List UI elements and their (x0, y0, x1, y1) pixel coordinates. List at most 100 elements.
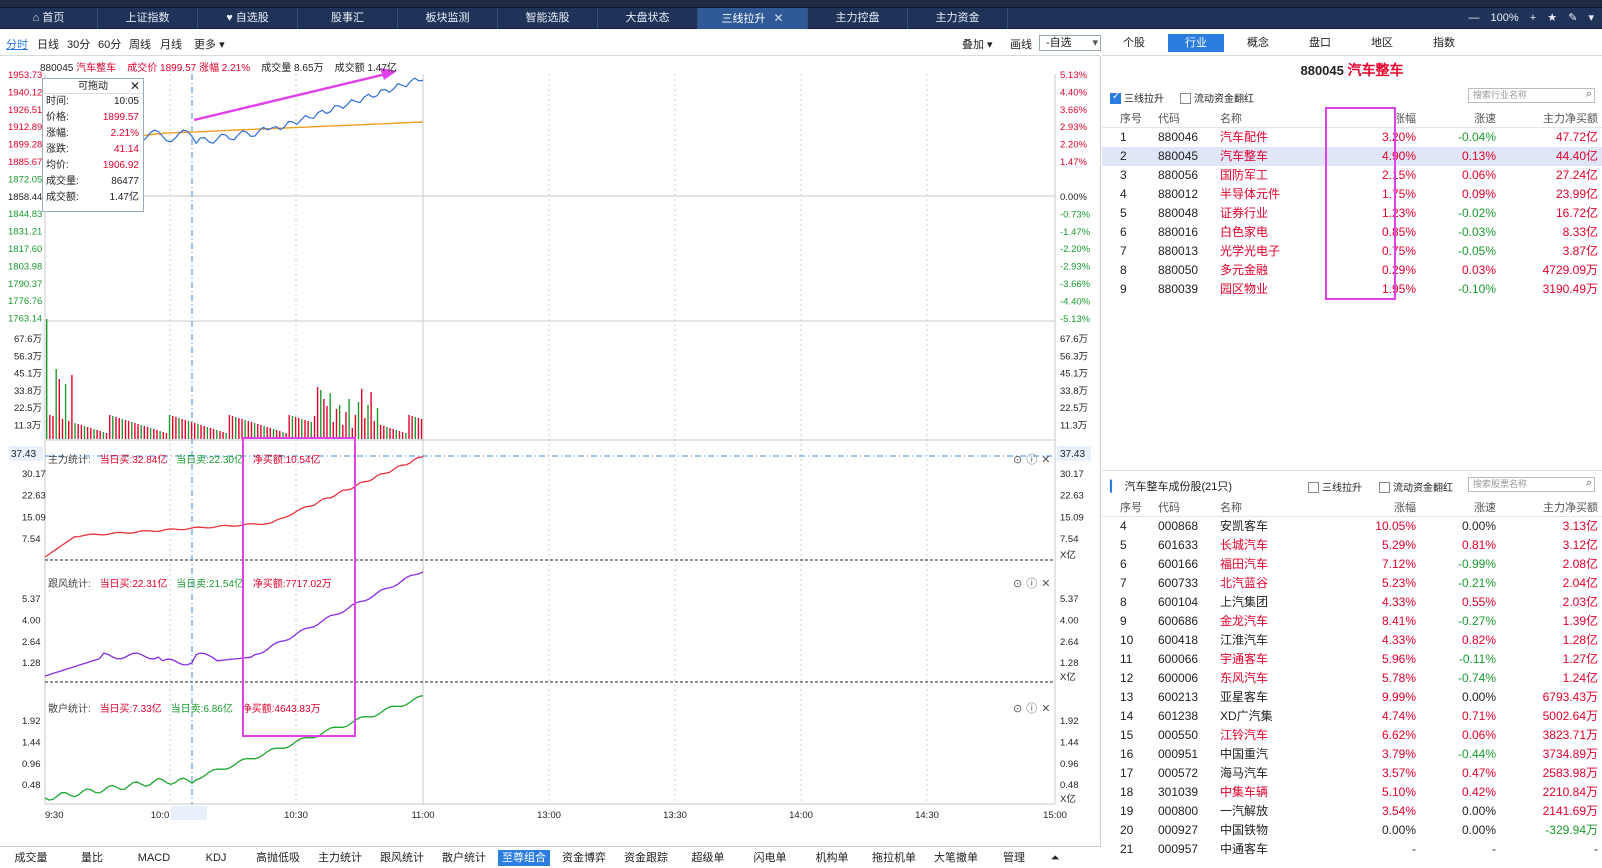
main-panel-icons[interactable]: ⊙ⓘ✕ (1013, 451, 1054, 467)
tab-three-line-rise[interactable]: 三线拉升 ✕ (698, 8, 808, 29)
component-search-input[interactable]: 搜索股票名称 ⌕ (1468, 477, 1595, 492)
column-header[interactable]: 涨速 (1474, 110, 1496, 128)
indicator-tab[interactable]: 成交量 (4, 850, 58, 866)
table-row[interactable]: 12 600006 东风汽车 5.78% -0.74% 1.24亿 (1102, 669, 1602, 688)
table-row[interactable]: 10 600418 江淮汽车 4.33% 0.82% 1.28亿 (1102, 631, 1602, 650)
indicator-tab[interactable]: 管理 (990, 850, 1038, 866)
overlay-menu[interactable]: 叠加 ▾ (962, 36, 993, 52)
tab-main-control[interactable]: 主力控盘 (808, 8, 908, 29)
table-row[interactable]: 18 301039 中集车辆 5.10% 0.42% 2210.84万 (1102, 783, 1602, 802)
star-icon[interactable]: ★ (1547, 12, 1557, 24)
price-tooltip[interactable]: 可拖动 ✕ 时间: 10:05 价格: 1899.57 涨幅: 2.21% 涨跌: 41.14 均… (42, 78, 144, 212)
comp-liquidity-checkbox[interactable]: 流动资金翻红 (1379, 479, 1453, 494)
cell-chg: 0.00% (1381, 823, 1416, 837)
column-header[interactable]: 代码 (1158, 110, 1180, 128)
column-header[interactable]: 涨幅 (1394, 110, 1416, 128)
period-daily[interactable]: 日线 (37, 36, 59, 52)
table-row[interactable]: 4 000868 安凯客车 10.05% 0.00% 3.13亿 (1102, 517, 1602, 536)
period-30min[interactable]: 30分 (67, 36, 90, 52)
indicator-tab[interactable]: 机构单 (804, 850, 860, 866)
period-more[interactable]: 更多 ▾ (194, 36, 225, 52)
indicator-tab[interactable]: 资金跟踪 (618, 850, 674, 866)
tab-smart-pick[interactable]: 智能选股 (498, 8, 598, 29)
tab-shanghai-index[interactable]: 上证指数 (98, 8, 198, 29)
column-header[interactable]: 名称 (1220, 110, 1242, 128)
column-header[interactable]: 序号 (1120, 110, 1142, 128)
rtab-index[interactable]: 指数 (1416, 34, 1472, 52)
indicator-tab[interactable]: 资金博弈 (556, 850, 612, 866)
period-60min[interactable]: 60分 (98, 36, 121, 52)
tab-stock-forum[interactable]: 股事汇 (298, 8, 398, 29)
tab-watchlist[interactable]: ♥ 自选股 (198, 8, 298, 29)
comp-three-line-checkbox[interactable]: 三线拉升 (1308, 479, 1362, 494)
draw-line-button[interactable]: 画线 (1010, 36, 1032, 52)
volume-bar (131, 422, 133, 439)
tab-main-funds[interactable]: 主力资金 (908, 8, 1008, 29)
cell-name: 白色家电 (1220, 225, 1269, 239)
column-header[interactable]: 主力净买额 (1543, 110, 1598, 128)
indicator-tab[interactable]: 主力统计 (312, 850, 368, 866)
volume-bar (225, 433, 227, 439)
scroll-up-icon[interactable]: ⏶ (1048, 850, 1062, 866)
indicator-tab[interactable]: 大笔撤单 (928, 850, 984, 866)
follow-panel-icons[interactable]: ⊙ⓘ✕ (1013, 575, 1054, 591)
table-row[interactable]: 14 601238 XD广汽集 4.74% 0.71% 5002.64万 (1102, 707, 1602, 726)
indicator-tab[interactable]: 闪电单 (742, 850, 798, 866)
tab-sector-monitor[interactable]: 板块监测 (398, 8, 498, 29)
three-line-checkbox[interactable]: 三线拉升 (1110, 90, 1164, 105)
table-row[interactable]: 11 600066 宇通客车 5.96% -0.11% 1.27亿 (1102, 650, 1602, 669)
table-row[interactable]: 20 000927 中国铁物 0.00% 0.00% -329.94万 (1102, 821, 1602, 840)
table-row[interactable]: 5 601633 长城汽车 5.29% 0.81% 3.12亿 (1102, 536, 1602, 555)
pencil-icon[interactable]: ✎ (1568, 12, 1577, 24)
rtab-region[interactable]: 地区 (1354, 34, 1410, 52)
rtab-stock[interactable]: 个股 (1106, 34, 1162, 52)
column-header[interactable]: 涨幅 (1394, 499, 1416, 517)
indicator-tab[interactable]: 高抛低吸 (250, 850, 306, 866)
close-icon[interactable]: ✕ (130, 79, 140, 94)
table-row[interactable]: 6 600166 福田汽车 7.12% -0.99% 2.08亿 (1102, 555, 1602, 574)
tab-home[interactable]: ⌂ 首页 (0, 8, 98, 29)
table-row[interactable]: 15 000550 江铃汽车 6.62% 0.06% 3823.71万 (1102, 726, 1602, 745)
volume-bar (338, 405, 341, 439)
table-row[interactable]: 16 000951 中国重汽 3.79% -0.44% 3734.89万 (1102, 745, 1602, 764)
liquidity-checkbox[interactable]: 流动资金翻红 (1180, 90, 1254, 105)
indicator-tab[interactable]: MACD (126, 850, 182, 866)
price-tick-right: -0.73% (1060, 209, 1091, 220)
indicator-tab[interactable]: 跟风统计 (374, 850, 430, 866)
column-header[interactable]: 序号 (1120, 499, 1142, 517)
period-monthly[interactable]: 月线 (160, 36, 182, 52)
table-row[interactable]: 17 000572 海马汽车 3.57% 0.47% 2583.98万 (1102, 764, 1602, 783)
right-panel-separator (1102, 470, 1602, 471)
settings-icon[interactable]: ▾ (1588, 12, 1594, 24)
zoom-in-icon[interactable]: + (1530, 12, 1536, 24)
retail-panel-icons[interactable]: ⊙ⓘ✕ (1013, 700, 1054, 716)
tab-market-state[interactable]: 大盘状态 (598, 8, 698, 29)
table-row[interactable]: 19 000800 一汽解放 3.54% 0.00% 2141.69万 (1102, 802, 1602, 821)
indicator-tab[interactable]: KDJ (188, 850, 244, 866)
watchlist-select[interactable]: -自选 ▾ (1039, 35, 1101, 51)
period-intraday[interactable]: 分时 (6, 36, 28, 52)
rtab-industry[interactable]: 行业 (1168, 34, 1224, 52)
column-header[interactable]: 名称 (1220, 499, 1242, 517)
table-row[interactable]: 9 600686 金龙汽车 8.41% -0.27% 1.39亿 (1102, 612, 1602, 631)
rtab-orderbook[interactable]: 盘口 (1292, 34, 1348, 52)
table-row[interactable]: 21 000957 中通客车 - - - (1102, 840, 1602, 859)
indicator-tab[interactable]: 超级单 (680, 850, 736, 866)
table-row[interactable]: 8 600104 上汽集团 4.33% 0.55% 2.03亿 (1102, 593, 1602, 612)
tooltip-row: 成交量: 86477 (43, 174, 143, 190)
indicator-tab[interactable]: 量比 (64, 850, 120, 866)
period-weekly[interactable]: 周线 (129, 36, 151, 52)
close-icon[interactable]: ✕ (773, 11, 783, 25)
indicator-tab[interactable]: 散户统计 (436, 850, 492, 866)
column-header[interactable]: 代码 (1158, 499, 1180, 517)
indicator-tab[interactable]: 拖拉机单 (866, 850, 922, 866)
indicator-tab[interactable]: 至尊组合 (498, 850, 550, 866)
zoom-out-icon[interactable]: — (1468, 12, 1479, 24)
cell-seq: 2 (1120, 149, 1127, 163)
column-header[interactable]: 涨速 (1474, 499, 1496, 517)
table-row[interactable]: 7 600733 北汽蓝谷 5.23% -0.21% 2.04亿 (1102, 574, 1602, 593)
industry-search-input[interactable]: 搜索行业名称 ⌕ (1468, 88, 1595, 103)
rtab-concept[interactable]: 概念 (1230, 34, 1286, 52)
table-row[interactable]: 13 600213 亚星客车 9.99% 0.00% 6793.43万 (1102, 688, 1602, 707)
column-header[interactable]: 主力净买额 (1543, 499, 1598, 517)
